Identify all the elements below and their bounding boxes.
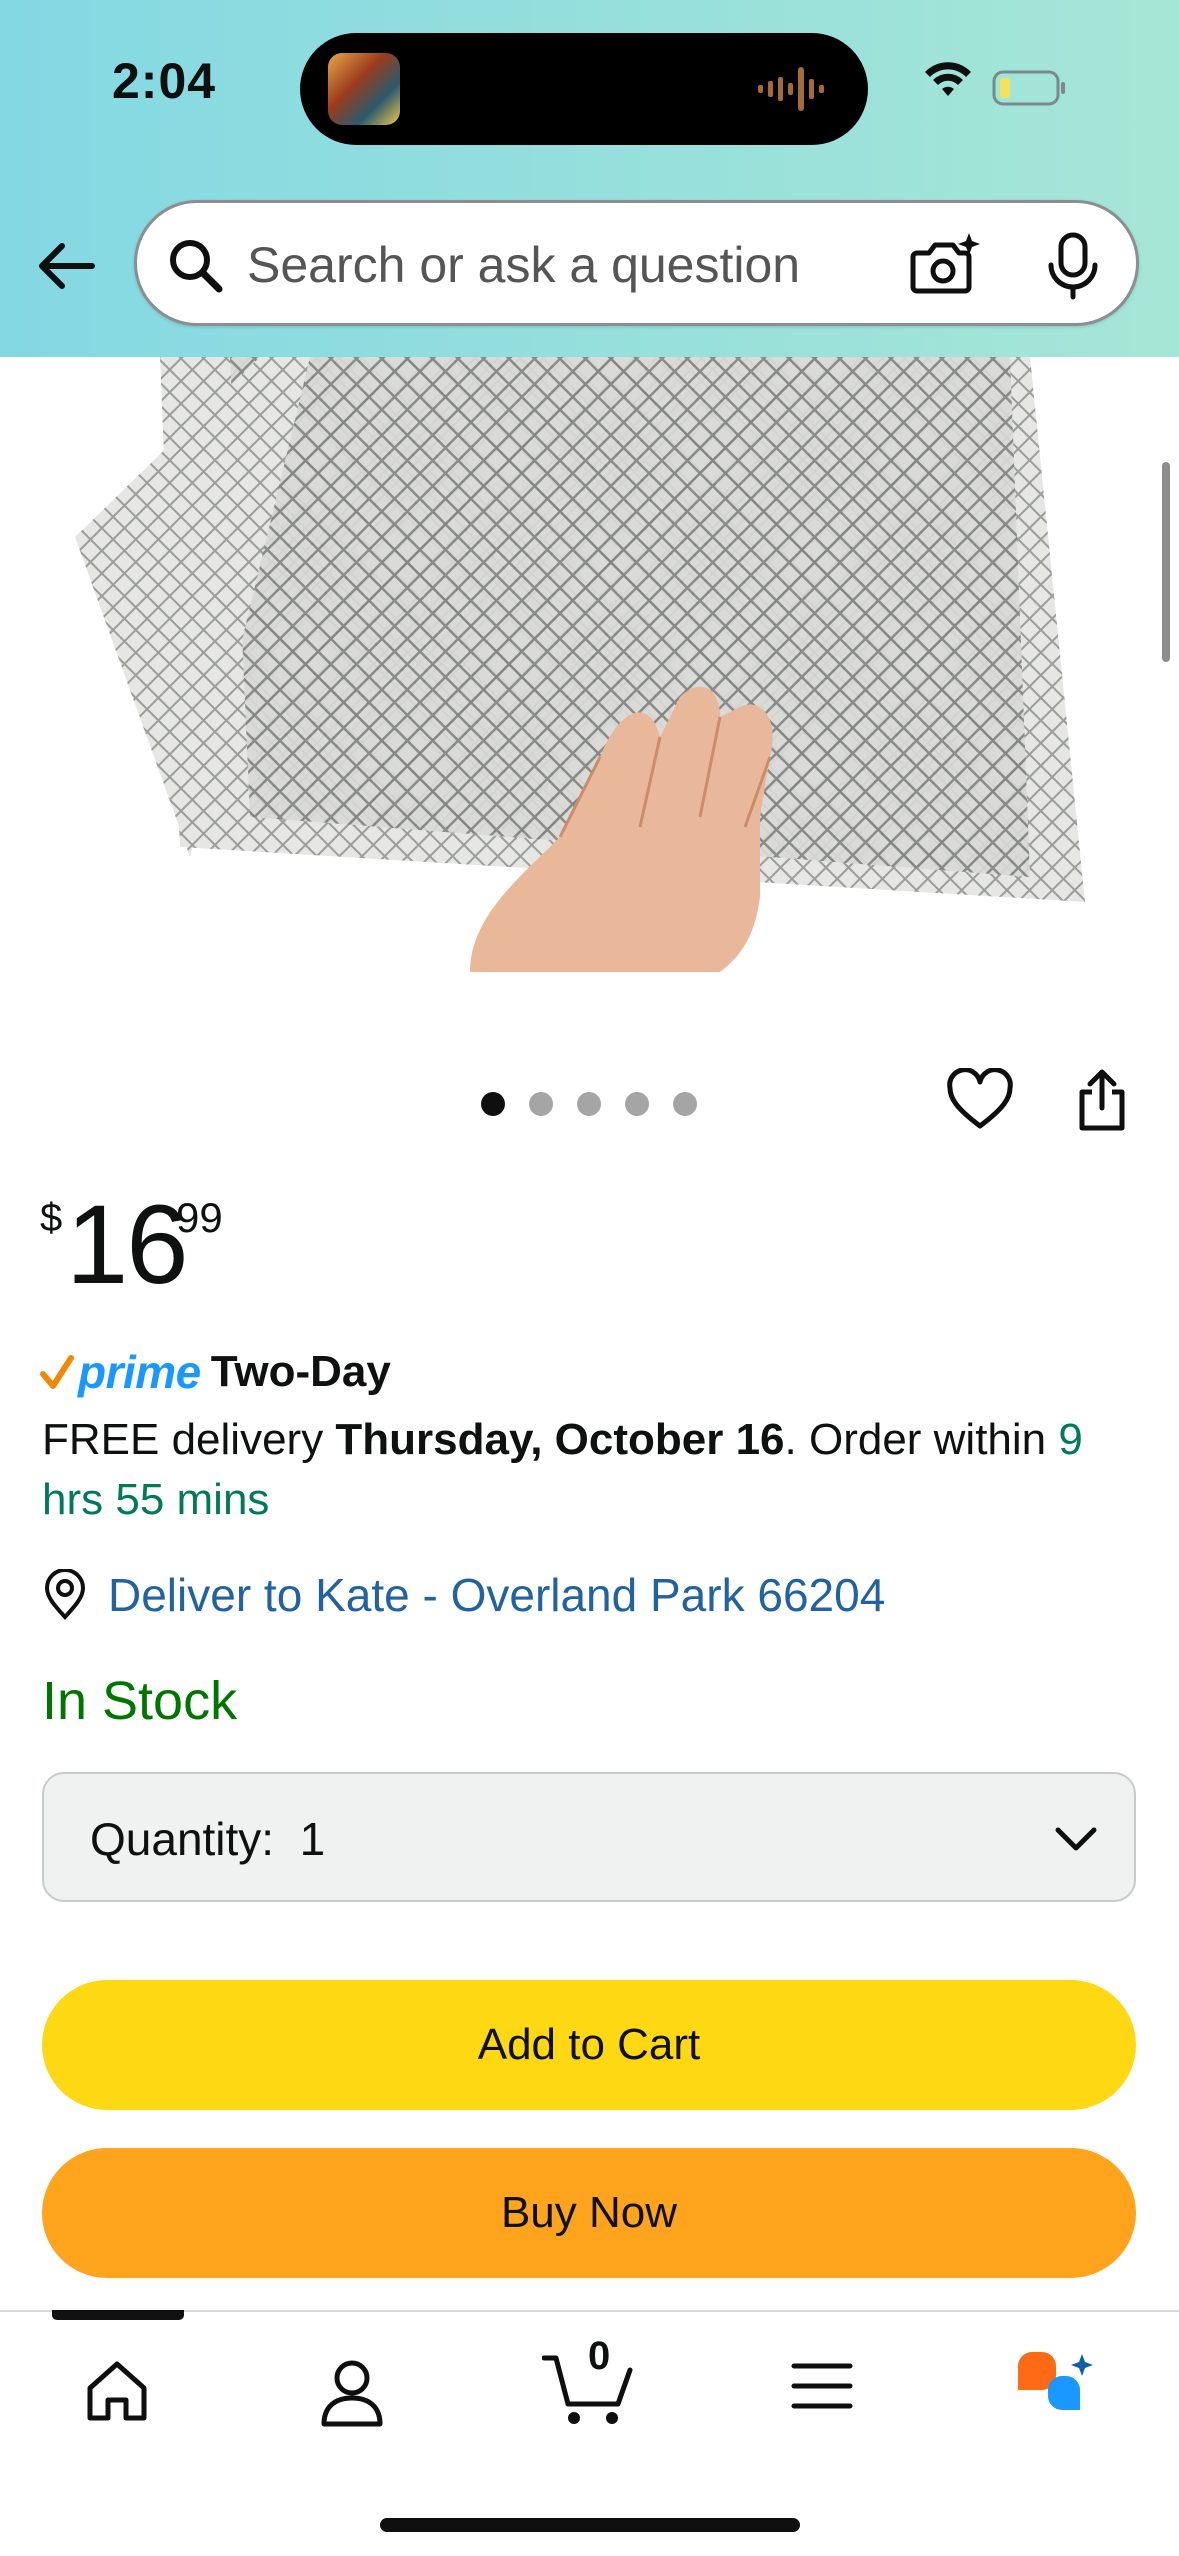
nav-active-indicator bbox=[52, 2310, 184, 2320]
home-indicator[interactable] bbox=[380, 2518, 800, 2532]
audio-wave-icon bbox=[758, 67, 824, 111]
back-button[interactable] bbox=[30, 230, 102, 302]
now-playing-artwork bbox=[328, 53, 400, 125]
prime-badge: prime Two-Day bbox=[40, 1342, 391, 1402]
delivery-date: Thursday, October 16 bbox=[335, 1415, 785, 1464]
delivery-info: FREE delivery Thursday, October 16. Orde… bbox=[42, 1410, 1142, 1530]
share-icon[interactable] bbox=[1074, 1068, 1130, 1134]
chevron-down-icon bbox=[1055, 1827, 1097, 1851]
header: 2:04 bbox=[0, 0, 1179, 357]
battery-icon bbox=[992, 70, 1065, 106]
delivery-mid: . Order within bbox=[784, 1415, 1059, 1464]
cart-count: 0 bbox=[588, 2334, 611, 2378]
status-time: 2:04 bbox=[112, 53, 217, 109]
prime-label: prime bbox=[78, 1346, 201, 1398]
delivery-prefix: FREE delivery bbox=[42, 1415, 336, 1464]
heart-icon[interactable] bbox=[946, 1068, 1014, 1132]
carousel-dot[interactable] bbox=[625, 1092, 649, 1116]
camera-search-icon[interactable] bbox=[909, 231, 981, 299]
microphone-icon[interactable] bbox=[1043, 231, 1103, 301]
location-pin-icon bbox=[44, 1569, 86, 1620]
quantity-label: Quantity: 1 bbox=[90, 1813, 326, 1865]
price-fraction: 99 bbox=[176, 1194, 223, 1241]
carousel-dot[interactable] bbox=[577, 1092, 601, 1116]
prime-check-icon bbox=[40, 1355, 74, 1389]
quantity-select[interactable]: Quantity: 1 bbox=[42, 1772, 1136, 1902]
back-arrow-icon bbox=[39, 243, 95, 289]
user-icon[interactable] bbox=[318, 2358, 386, 2428]
assistant-icon[interactable] bbox=[1014, 2350, 1094, 2424]
image-carousel-dots[interactable] bbox=[481, 1092, 697, 1116]
carousel-dot[interactable] bbox=[673, 1092, 697, 1116]
add-to-cart-button[interactable]: Add to Cart bbox=[42, 1980, 1136, 2110]
wifi-icon bbox=[925, 62, 971, 96]
home-icon[interactable] bbox=[84, 2358, 150, 2424]
deliver-to-link[interactable]: Deliver to Kate - Overland Park 66204 bbox=[42, 1568, 885, 1622]
prime-type: Two-Day bbox=[210, 1347, 391, 1396]
price-currency: $ bbox=[40, 1196, 63, 1240]
buy-now-button[interactable]: Buy Now bbox=[42, 2148, 1136, 2278]
search-input[interactable] bbox=[247, 233, 867, 297]
carousel-dot[interactable] bbox=[529, 1092, 553, 1116]
product-image[interactable] bbox=[0, 357, 1179, 972]
scrollbar[interactable] bbox=[1162, 462, 1170, 662]
menu-icon[interactable] bbox=[790, 2358, 854, 2414]
wire-mesh-photo bbox=[75, 357, 1085, 972]
search-icon bbox=[170, 240, 223, 293]
deliver-to-text[interactable]: Deliver to Kate - Overland Park 66204 bbox=[108, 1568, 885, 1622]
quantity-value: 1 bbox=[299, 1813, 326, 1865]
dynamic-island[interactable] bbox=[300, 33, 868, 145]
price-whole: 16 bbox=[66, 1182, 189, 1307]
search-bar[interactable] bbox=[134, 200, 1139, 326]
stock-status: In Stock bbox=[42, 1671, 238, 1731]
carousel-dot-active[interactable] bbox=[481, 1092, 505, 1116]
